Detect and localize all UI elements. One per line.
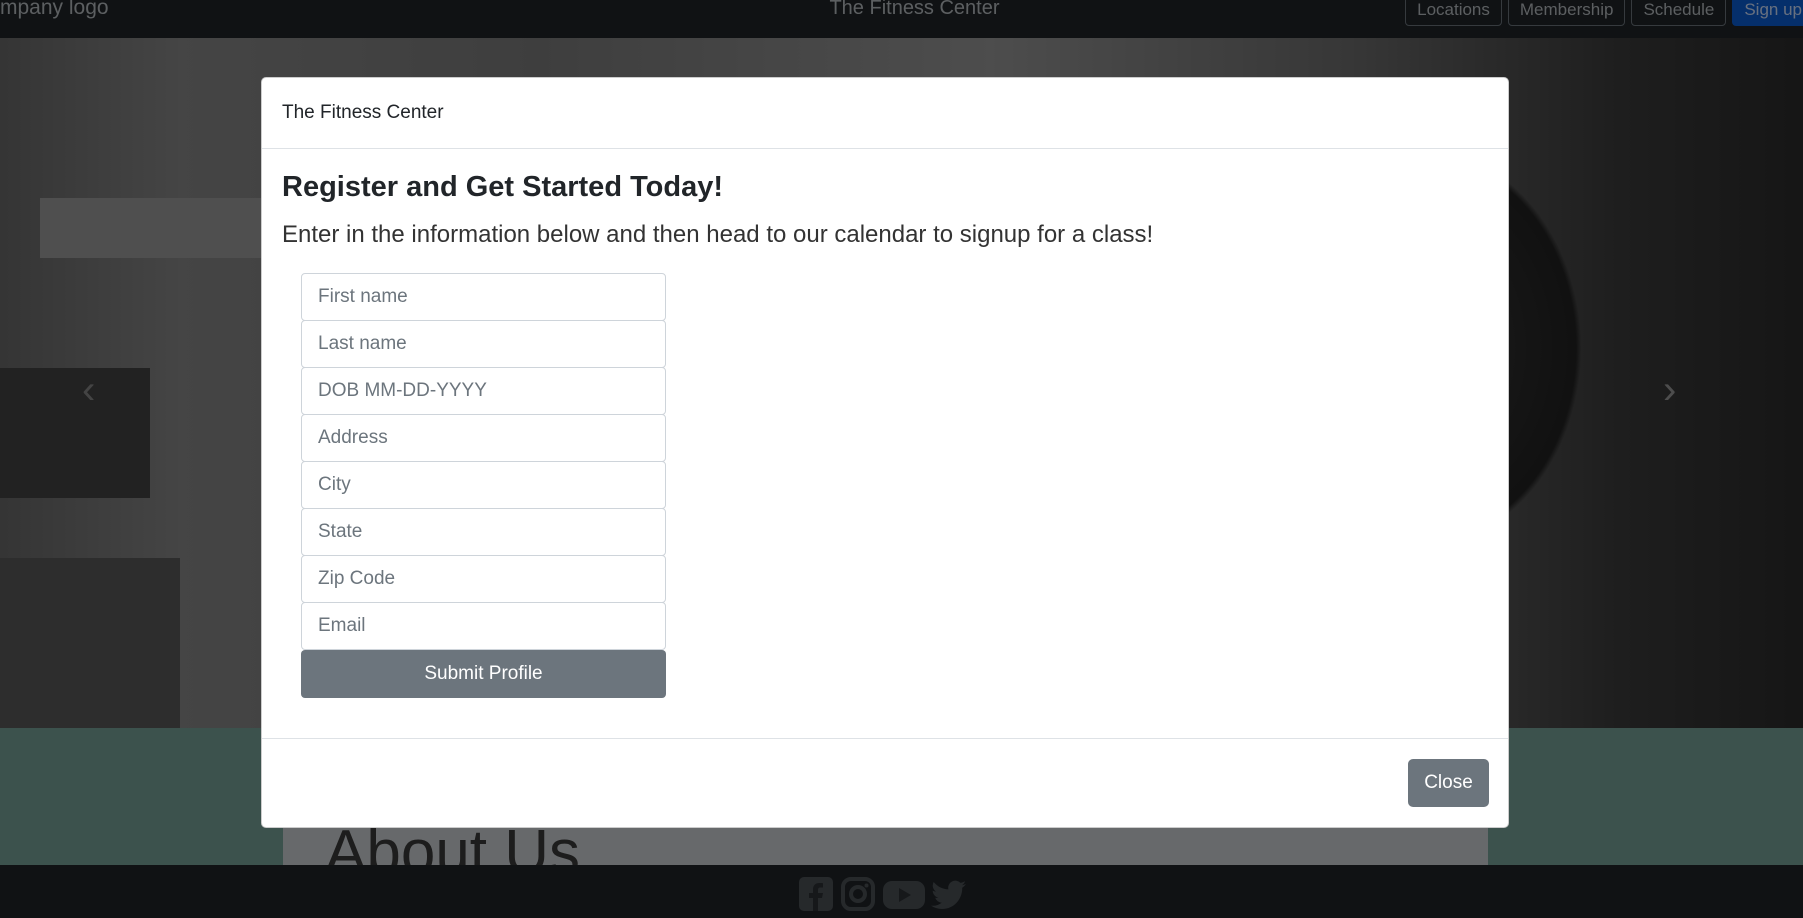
zip-code-input[interactable] xyxy=(301,555,666,603)
modal-body: Register and Get Started Today! Enter in… xyxy=(262,149,1508,740)
modal-title: The Fitness Center xyxy=(282,102,444,123)
address-input[interactable] xyxy=(301,414,666,462)
register-heading: Register and Get Started Today! xyxy=(282,171,723,203)
first-name-input[interactable] xyxy=(301,273,666,321)
city-input[interactable] xyxy=(301,461,666,509)
register-description: Enter in the information below and then … xyxy=(282,221,1154,248)
modal-header: The Fitness Center xyxy=(262,78,1508,149)
submit-profile-button[interactable]: Submit Profile xyxy=(301,650,666,698)
register-modal: The Fitness Center Register and Get Star… xyxy=(261,77,1509,828)
email-input[interactable] xyxy=(301,602,666,650)
close-button[interactable]: Close xyxy=(1408,759,1489,807)
modal-footer: Close xyxy=(262,738,1508,827)
last-name-input[interactable] xyxy=(301,320,666,368)
register-form: Submit Profile xyxy=(301,273,666,698)
dob-input[interactable] xyxy=(301,367,666,415)
state-input[interactable] xyxy=(301,508,666,556)
